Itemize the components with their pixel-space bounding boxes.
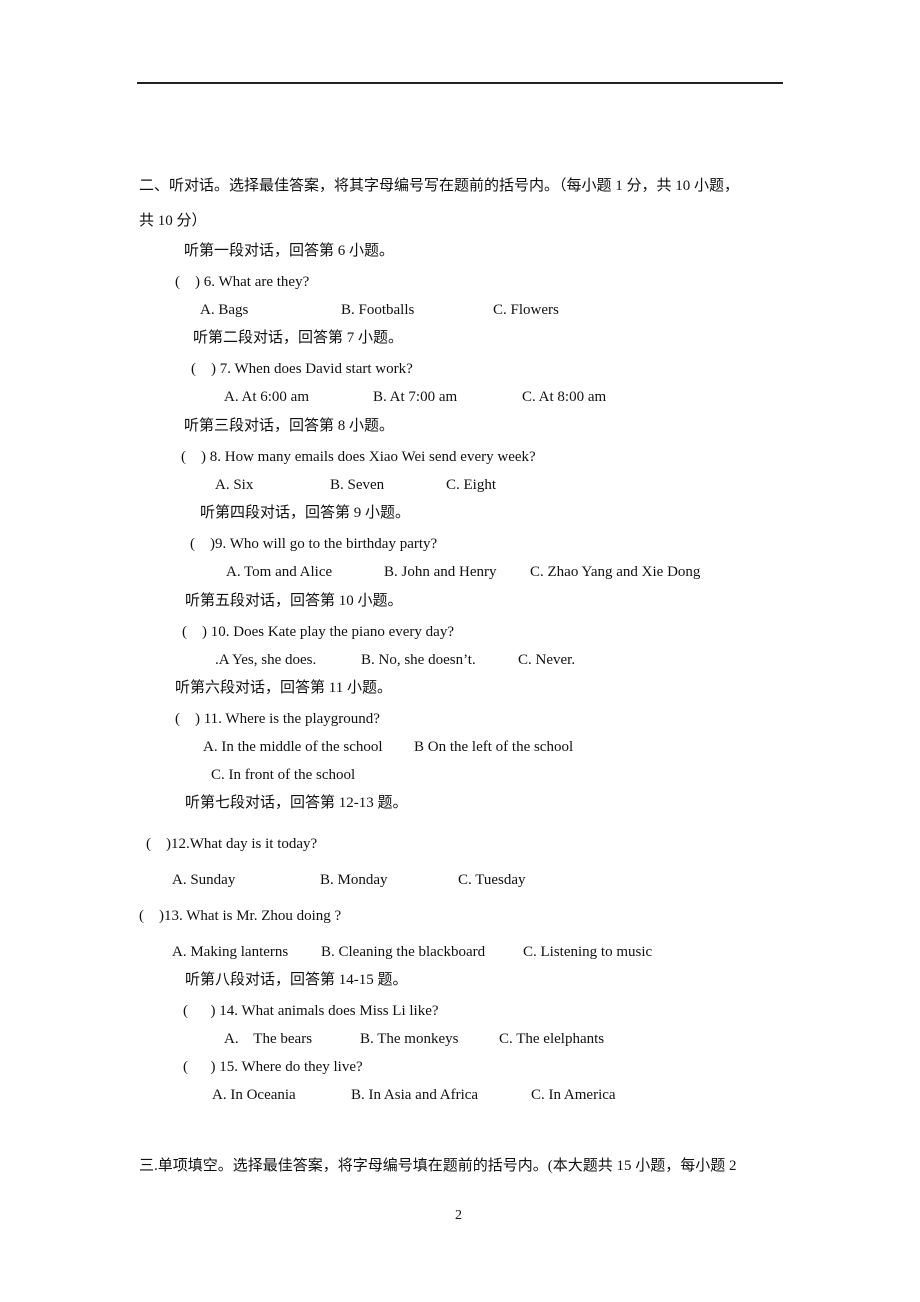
instruction-6: 听第六段对话，回答第 11 小题。: [175, 680, 392, 696]
question-6: ( ) 6. What are they?: [175, 274, 310, 290]
q10-option-a: .A Yes, she does.: [215, 652, 317, 668]
q9-option-a: A. Tom and Alice: [226, 564, 333, 580]
page-number: 2: [455, 1208, 462, 1223]
header-rule: [137, 82, 783, 84]
question-15: ( ) 15. Where do they live?: [183, 1059, 363, 1075]
q8-option-b: B. Seven: [330, 477, 385, 493]
q8-option-c: C. Eight: [446, 477, 497, 493]
instruction-2: 听第二段对话，回答第 7 小题。: [193, 330, 404, 346]
q13-option-b: B. Cleaning the blackboard: [321, 944, 486, 960]
q13-option-c: C. Listening to music: [523, 944, 653, 960]
q12-option-c: C. Tuesday: [458, 872, 526, 888]
question-8: ( ) 8. How many emails does Xiao Wei sen…: [181, 449, 536, 465]
question-10: ( ) 10. Does Kate play the piano every d…: [182, 624, 454, 640]
q7-option-c: C. At 8:00 am: [522, 389, 607, 405]
q14-option-b: B. The monkeys: [360, 1031, 459, 1047]
q13-option-a: A. Making lanterns: [172, 944, 289, 960]
instruction-8: 听第八段对话，回答第 14-15 题。: [185, 972, 408, 988]
q14-option-c: C. The elelphants: [499, 1031, 605, 1047]
question-13: ( )13. What is Mr. Zhou doing ?: [139, 908, 342, 924]
q12-option-a: A. Sunday: [172, 872, 236, 888]
section2-heading: 二、听对话。选择最佳答案，将其字母编号写在题前的括号内。（每小题 1 分，共 1…: [139, 178, 740, 194]
q8-option-a: A. Six: [215, 477, 254, 493]
q15-option-c: C. In America: [531, 1087, 616, 1103]
q7-option-b: B. At 7:00 am: [373, 389, 458, 405]
instruction-7: 听第七段对话，回答第 12-13 题。: [185, 795, 408, 811]
q15-option-b: B. In Asia and Africa: [351, 1087, 479, 1103]
section3-heading: 三.单项填空。选择最佳答案，将字母编号填在题前的括号内。(本大题共 15 小题，…: [139, 1158, 737, 1174]
q6-option-c: C. Flowers: [493, 302, 559, 318]
q11-option-b: B On the left of the school: [414, 739, 574, 755]
question-7: ( ) 7. When does David start work?: [191, 361, 413, 377]
section2-heading-cont: 共 10 分）: [139, 213, 207, 229]
q9-option-c: C. Zhao Yang and Xie Dong: [530, 564, 701, 580]
q6-option-a: A. Bags: [200, 302, 249, 318]
question-12: ( )12.What day is it today?: [146, 836, 318, 852]
instruction-1: 听第一段对话，回答第 6 小题。: [184, 243, 395, 259]
instruction-3: 听第三段对话，回答第 8 小题。: [184, 418, 395, 434]
question-11: ( ) 11. Where is the playground?: [175, 711, 380, 727]
q12-option-b: B. Monday: [320, 872, 388, 888]
q11-option-c: C. In front of the school: [211, 767, 356, 783]
q11-option-a: A. In the middle of the school: [203, 739, 383, 755]
q6-option-b: B. Footballs: [341, 302, 415, 318]
instruction-4: 听第四段对话，回答第 9 小题。: [200, 505, 411, 521]
q10-option-b: B. No, she doesn’t.: [361, 652, 476, 668]
instruction-5: 听第五段对话，回答第 10 小题。: [185, 593, 403, 609]
q10-option-c: C. Never.: [518, 652, 576, 668]
question-9: ( )9. Who will go to the birthday party?: [190, 536, 438, 552]
q7-option-a: A. At 6:00 am: [224, 389, 309, 405]
q14-option-a: A. The bears: [224, 1031, 313, 1047]
q9-option-b: B. John and Henry: [384, 564, 497, 580]
q15-option-a: A. In Oceania: [212, 1087, 296, 1103]
question-14: ( ) 14. What animals does Miss Li like?: [183, 1003, 439, 1019]
